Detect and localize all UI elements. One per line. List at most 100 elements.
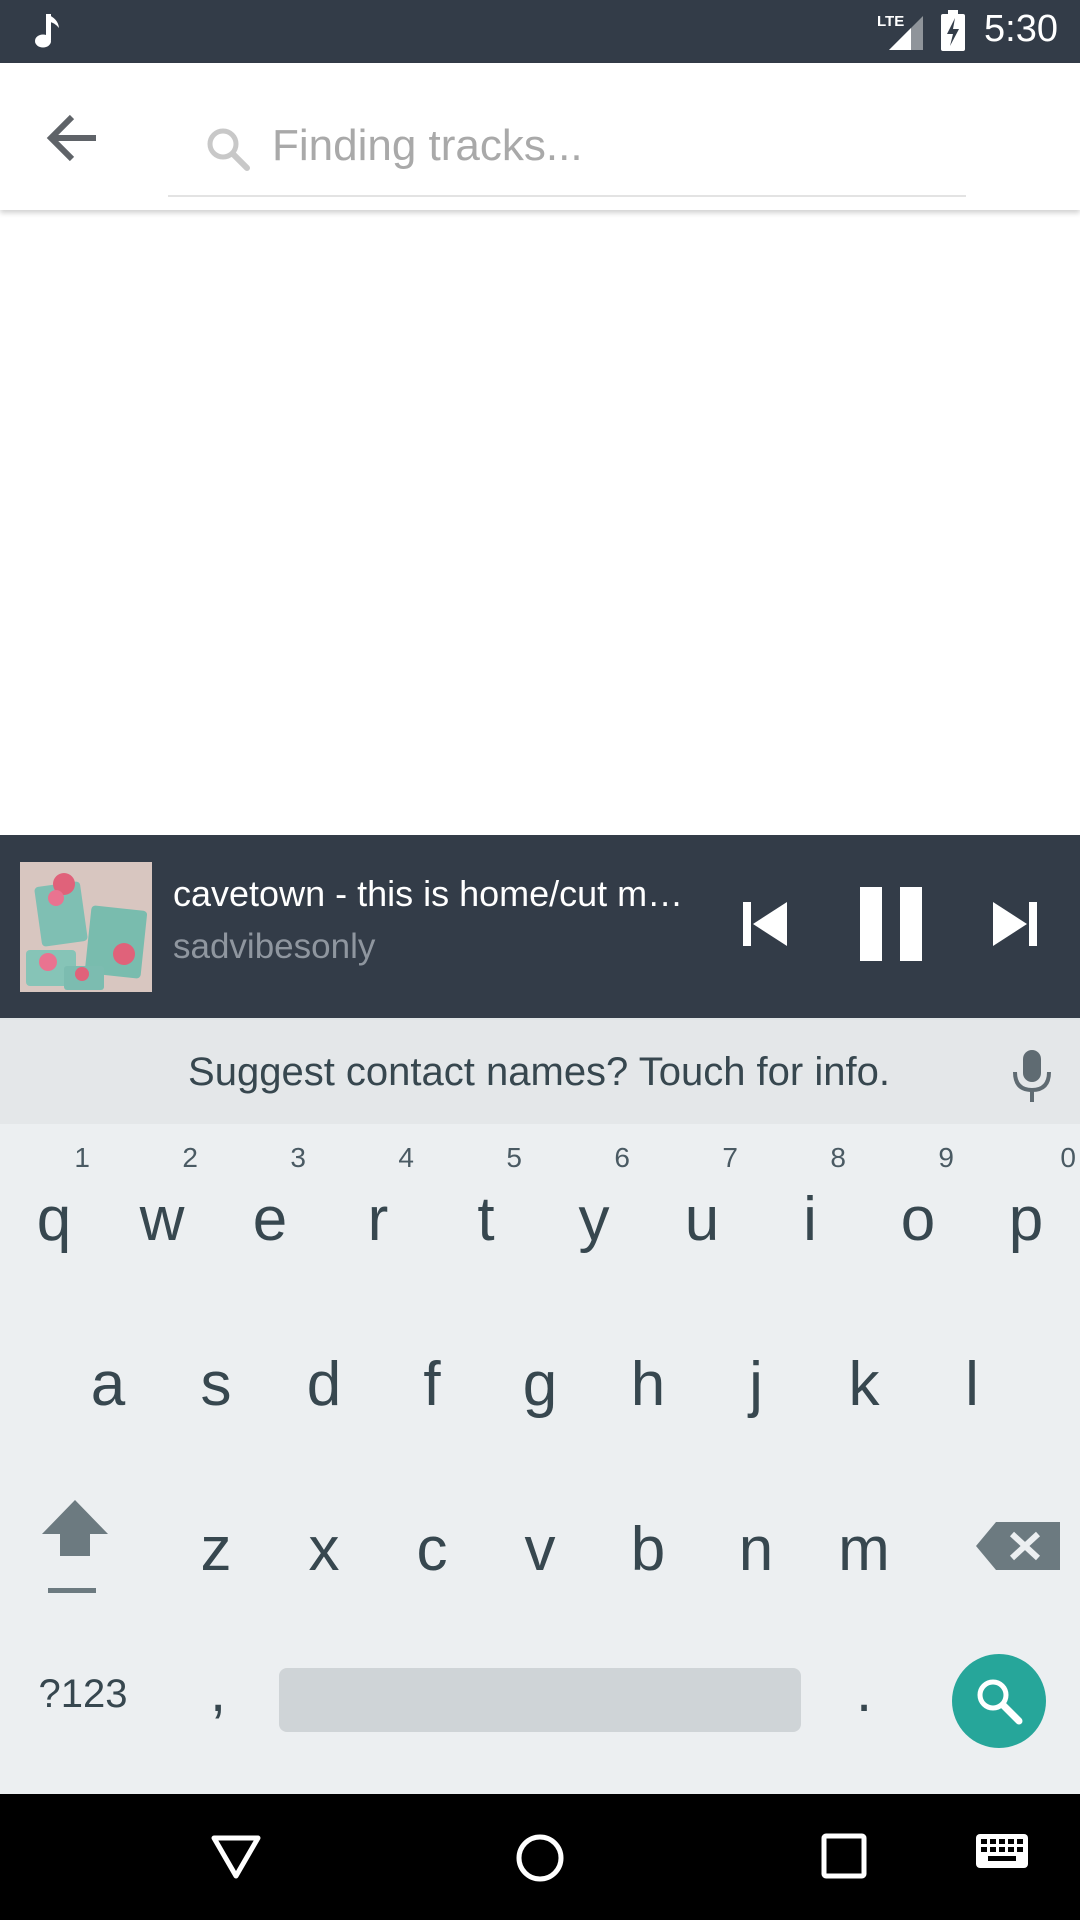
backspace-key[interactable] [968, 1508, 1068, 1578]
key-o[interactable]: 9o [864, 1142, 972, 1288]
key-label: s [200, 1350, 232, 1419]
previous-button[interactable] [735, 890, 795, 960]
key-n[interactable]: n [702, 1478, 810, 1618]
period-key[interactable]: . [838, 1658, 890, 1728]
soft-keyboard: Suggest contact names? Touch for info. 1… [0, 1018, 1080, 1794]
key-label: h [630, 1350, 666, 1419]
key-label: i [803, 1185, 817, 1254]
back-button[interactable] [38, 103, 108, 173]
key-label: c [416, 1515, 448, 1584]
key-label: x [308, 1515, 340, 1584]
key-w[interactable]: 2w [108, 1142, 216, 1288]
track-artist[interactable]: sadvibesonly [173, 927, 693, 967]
key-i[interactable]: 8i [756, 1142, 864, 1288]
key-a[interactable]: a [54, 1313, 162, 1453]
search-icon [204, 125, 252, 178]
key-e[interactable]: 3e [216, 1142, 324, 1288]
key-label: t [477, 1185, 495, 1254]
key-u[interactable]: 7u [648, 1142, 756, 1288]
music-note-icon [32, 12, 62, 55]
key-label: n [738, 1515, 774, 1584]
status-bar: LTE 5:30 [0, 0, 1080, 63]
voice-input-button[interactable] [1008, 1048, 1056, 1104]
key-c[interactable]: c [378, 1478, 486, 1618]
search-field[interactable] [168, 93, 966, 197]
key-label: o [900, 1185, 936, 1254]
pause-icon [850, 887, 930, 969]
symbols-key[interactable]: ?123 [28, 1672, 138, 1732]
key-label: q [36, 1185, 72, 1254]
key-d[interactable]: d [270, 1313, 378, 1453]
results-area [0, 210, 1080, 835]
key-label: p [1008, 1185, 1044, 1254]
recents-square-icon[interactable] [820, 1832, 868, 1885]
key-p[interactable]: 0p [972, 1142, 1080, 1288]
suggestion-text[interactable]: Suggest contact names? Touch for info. [0, 1050, 1080, 1095]
key-z[interactable]: z [162, 1478, 270, 1618]
battery-charging-icon [940, 10, 966, 57]
key-r[interactable]: 4r [324, 1142, 432, 1288]
key-h[interactable]: h [594, 1313, 702, 1453]
key-hint: 5 [506, 1142, 522, 1173]
signal-icon: LTE [875, 12, 931, 57]
next-icon [985, 902, 1045, 964]
key-t[interactable]: 5t [432, 1142, 540, 1288]
key-hint: 1 [74, 1142, 90, 1173]
key-hint: 8 [830, 1142, 846, 1173]
key-label: d [306, 1350, 342, 1419]
key-label: g [522, 1350, 558, 1419]
lte-label: LTE [877, 13, 904, 30]
shift-arrow-icon [30, 1500, 120, 1610]
key-label: b [630, 1515, 666, 1584]
search-input[interactable] [270, 115, 930, 177]
key-hint: 9 [938, 1142, 954, 1173]
key-label: j [749, 1350, 763, 1419]
home-circle-icon[interactable] [514, 1832, 566, 1889]
keyboard-switch-icon[interactable] [974, 1832, 1030, 1877]
back-triangle-icon[interactable] [210, 1832, 262, 1887]
suggestion-strip[interactable]: Suggest contact names? Touch for info. [0, 1018, 1080, 1124]
key-hint: 4 [398, 1142, 414, 1173]
key-x[interactable]: x [270, 1478, 378, 1618]
comma-key[interactable]: , [188, 1658, 248, 1728]
key-m[interactable]: m [810, 1478, 918, 1618]
key-hint: 2 [182, 1142, 198, 1173]
next-button[interactable] [985, 890, 1045, 960]
key-hint: 3 [290, 1142, 306, 1173]
key-k[interactable]: k [810, 1313, 918, 1453]
search-header [0, 63, 1080, 210]
back-arrow-icon [38, 114, 108, 177]
key-label: z [200, 1515, 232, 1584]
key-s[interactable]: s [162, 1313, 270, 1453]
key-label: k [848, 1350, 880, 1419]
microphone-icon [1008, 1050, 1056, 1108]
key-v[interactable]: v [486, 1478, 594, 1618]
album-art[interactable] [20, 862, 152, 992]
key-hint: 7 [722, 1142, 738, 1173]
search-action-key[interactable] [952, 1654, 1046, 1748]
shift-key[interactable] [30, 1496, 120, 1626]
key-label: e [252, 1185, 288, 1254]
space-key[interactable] [279, 1668, 801, 1732]
previous-icon [735, 902, 795, 964]
now-playing-bar[interactable]: cavetown - this is home/cut my hair sadv… [0, 835, 1080, 1018]
key-b[interactable]: b [594, 1478, 702, 1618]
key-hint: 0 [1060, 1142, 1076, 1173]
track-title[interactable]: cavetown - this is home/cut my hair [173, 873, 693, 915]
key-j[interactable]: j [702, 1313, 810, 1453]
key-label: r [367, 1185, 389, 1254]
key-label: m [838, 1515, 890, 1584]
key-f[interactable]: f [378, 1313, 486, 1453]
key-q[interactable]: 1q [0, 1142, 108, 1288]
key-l[interactable]: l [918, 1313, 1026, 1453]
navigation-bar [0, 1794, 1080, 1920]
backspace-icon [968, 1522, 1068, 1582]
key-label: l [965, 1350, 979, 1419]
status-time: 5:30 [984, 8, 1058, 50]
key-y[interactable]: 6y [540, 1142, 648, 1288]
key-label: v [524, 1515, 556, 1584]
pause-button[interactable] [850, 885, 930, 965]
key-label: a [90, 1350, 126, 1419]
key-g[interactable]: g [486, 1313, 594, 1453]
key-label: f [423, 1350, 441, 1419]
